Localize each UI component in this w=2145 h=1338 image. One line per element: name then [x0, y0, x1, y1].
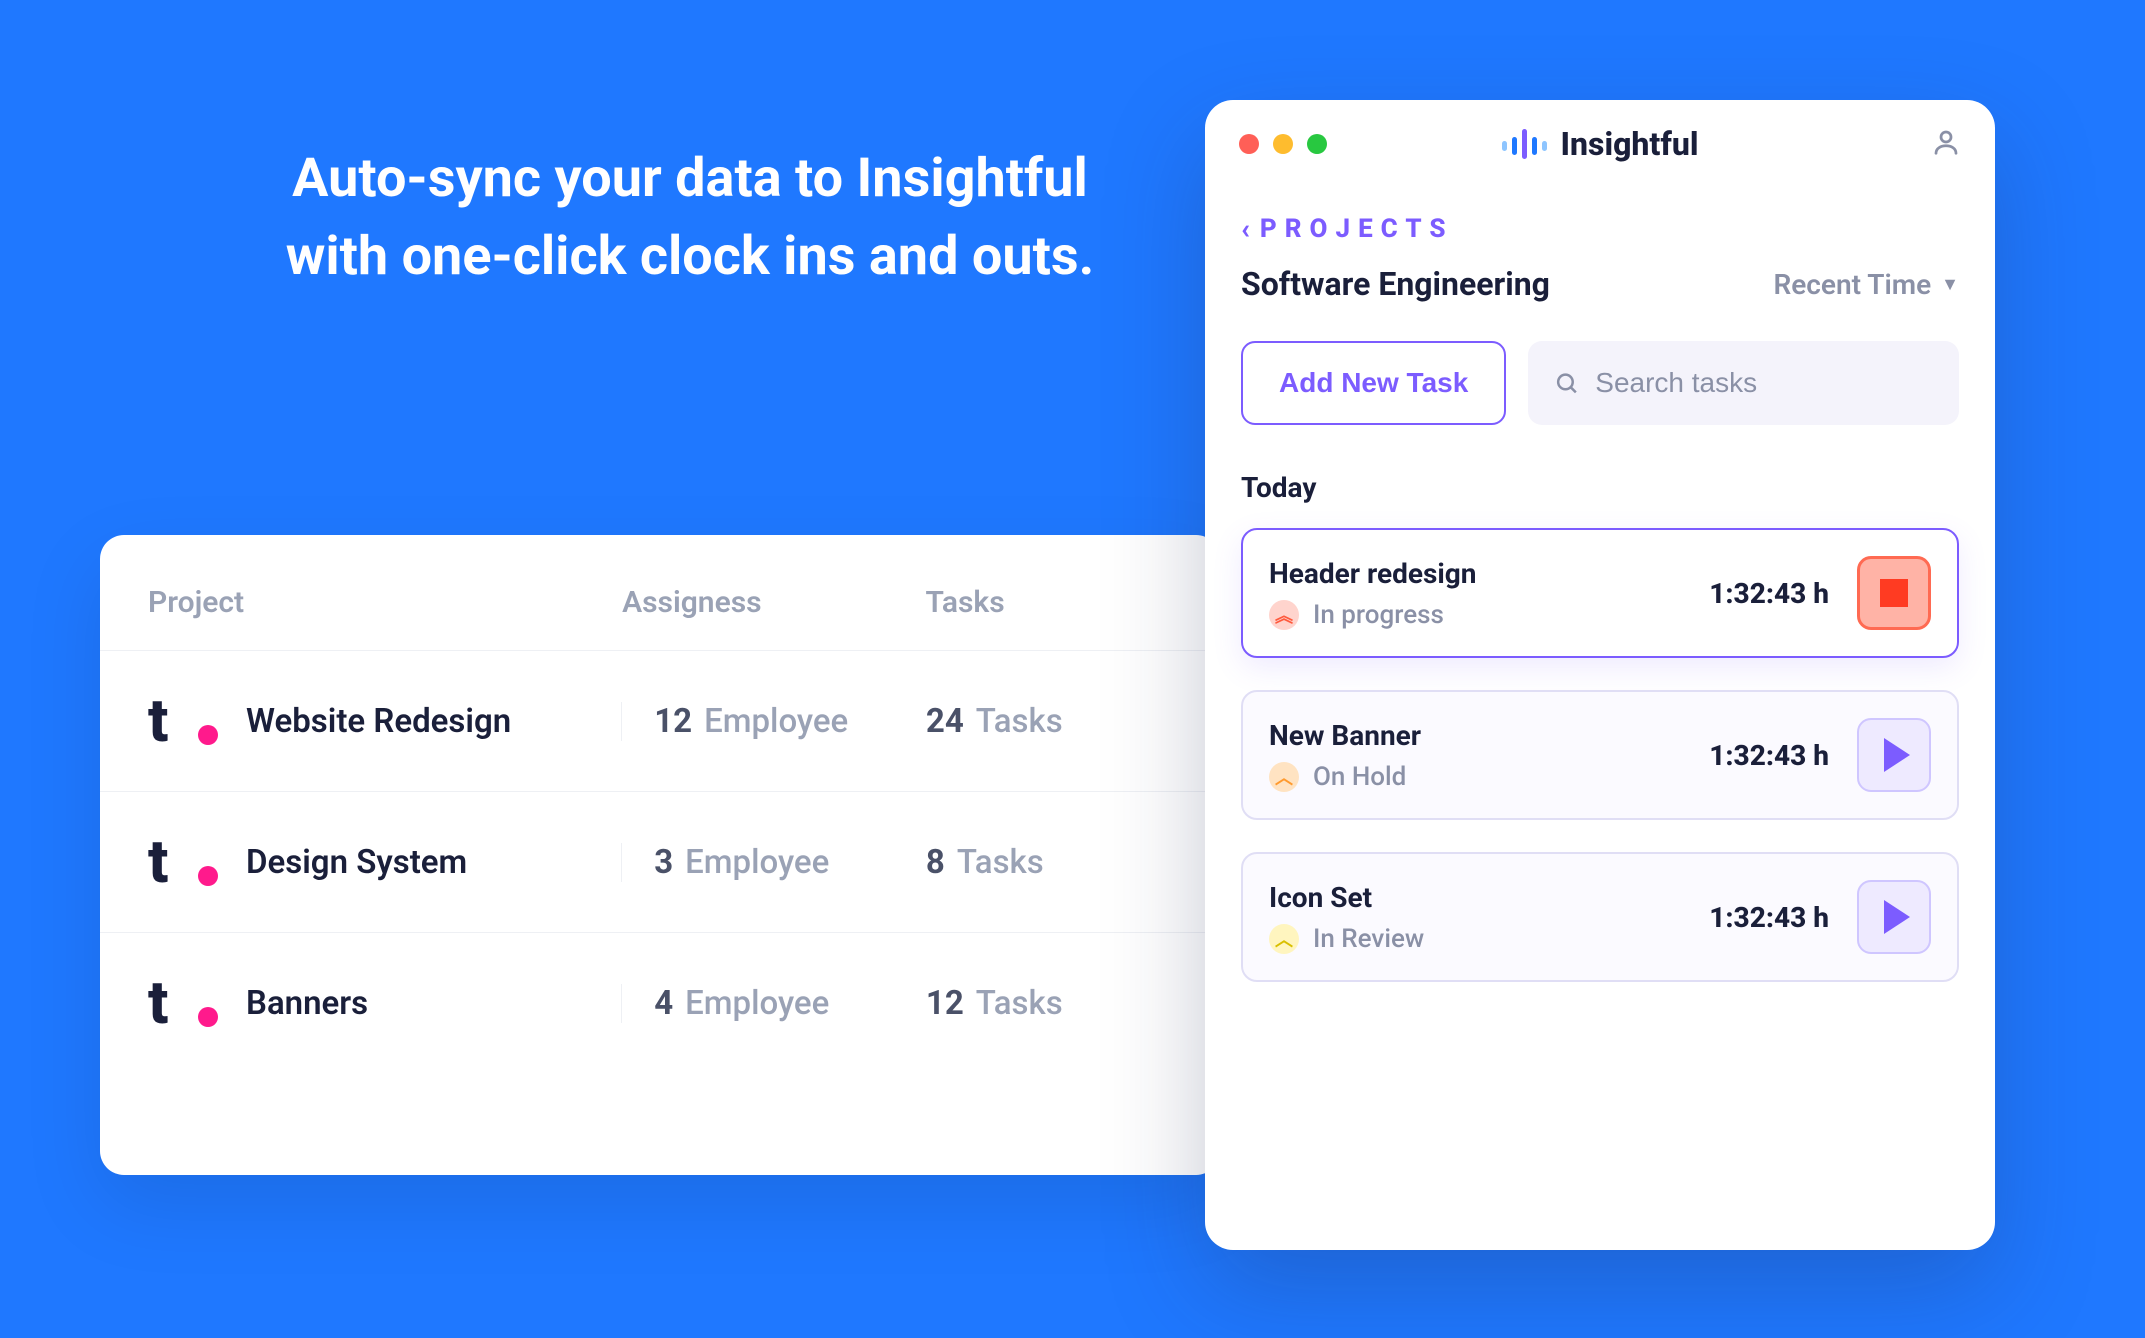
- window-close-icon[interactable]: [1239, 134, 1259, 154]
- breadcrumb-label: PROJECTS: [1260, 214, 1454, 244]
- brand-logo-icon: [1502, 129, 1547, 159]
- task-time: 1:32:43 h: [1709, 577, 1829, 610]
- assignees-count: 4: [654, 984, 673, 1023]
- app-window: Insightful ‹ PROJECTS Software Engineeri…: [1205, 100, 1995, 1250]
- project-row[interactable]: t Banners 4 Employee 12 Tasks: [100, 933, 1220, 1073]
- window-zoom-icon[interactable]: [1307, 134, 1327, 154]
- chevron-down-icon: ▼: [1941, 274, 1959, 295]
- assignees-label: Employee: [704, 702, 848, 741]
- project-logo-icon: t: [148, 973, 198, 1033]
- task-card[interactable]: Icon Set ︿ In Review 1:32:43 h: [1241, 852, 1959, 982]
- assignees-label: Employee: [685, 843, 829, 882]
- task-time: 1:32:43 h: [1709, 901, 1829, 934]
- stop-button[interactable]: [1857, 556, 1931, 630]
- tasks-count: 24: [926, 702, 964, 741]
- task-title: Icon Set: [1269, 881, 1689, 914]
- project-name: Website Redesign: [246, 702, 511, 741]
- play-icon: [1884, 738, 1910, 772]
- task-status: On Hold: [1313, 762, 1406, 792]
- play-button[interactable]: [1857, 880, 1931, 954]
- projects-table-header: Project Assigness Tasks: [100, 565, 1220, 651]
- tasks-label: Tasks: [957, 843, 1044, 882]
- project-row[interactable]: t Design System 3 Employee 8 Tasks: [100, 792, 1220, 933]
- project-logo-icon: t: [148, 832, 198, 892]
- chevron-up-icon: ︿: [1269, 762, 1299, 792]
- tasks-label: Tasks: [976, 984, 1063, 1023]
- projects-table-card: Project Assigness Tasks t Website Redesi…: [100, 535, 1220, 1175]
- sort-label: Recent Time: [1773, 268, 1931, 301]
- task-status: In progress: [1313, 600, 1444, 630]
- column-header-tasks: Tasks: [925, 585, 1172, 620]
- section-label-today: Today: [1241, 471, 1959, 504]
- sort-dropdown[interactable]: Recent Time ▼: [1773, 268, 1959, 301]
- double-chevron-up-icon: ︽: [1269, 600, 1299, 630]
- project-row[interactable]: t Website Redesign 12 Employee 24 Tasks: [100, 651, 1220, 792]
- project-name: Banners: [246, 984, 368, 1023]
- page-title: Software Engineering: [1241, 265, 1550, 303]
- window-controls[interactable]: [1239, 134, 1327, 154]
- task-card[interactable]: New Banner ︿ On Hold 1:32:43 h: [1241, 690, 1959, 820]
- assignees-count: 12: [654, 702, 692, 741]
- assignees-count: 3: [654, 843, 673, 882]
- tasks-count: 8: [926, 843, 945, 882]
- search-icon: [1554, 369, 1579, 397]
- search-field[interactable]: [1528, 341, 1959, 425]
- add-task-button[interactable]: Add New Task: [1241, 341, 1506, 425]
- project-logo-icon: t: [148, 691, 198, 751]
- tasks-count: 12: [926, 984, 964, 1023]
- window-titlebar: Insightful: [1205, 100, 1995, 188]
- project-name: Design System: [246, 843, 467, 882]
- chevron-left-icon: ‹: [1241, 212, 1250, 245]
- brand-name: Insightful: [1561, 125, 1699, 163]
- play-icon: [1884, 900, 1910, 934]
- account-icon[interactable]: [1931, 127, 1961, 161]
- breadcrumb-back[interactable]: ‹ PROJECTS: [1241, 212, 1959, 245]
- task-title: Header redesign: [1269, 557, 1689, 590]
- chevron-up-icon: ︿: [1269, 924, 1299, 954]
- task-status: In Review: [1313, 924, 1424, 954]
- assignees-label: Employee: [685, 984, 829, 1023]
- task-time: 1:32:43 h: [1709, 739, 1829, 772]
- column-header-assignees: Assigness: [622, 585, 925, 620]
- task-title: New Banner: [1269, 719, 1689, 752]
- marketing-headline: Auto-sync your data to Insightful with o…: [240, 140, 1140, 297]
- stop-icon: [1880, 579, 1908, 607]
- window-minimize-icon[interactable]: [1273, 134, 1293, 154]
- task-card[interactable]: Header redesign ︽ In progress 1:32:43 h: [1241, 528, 1959, 658]
- play-button[interactable]: [1857, 718, 1931, 792]
- tasks-label: Tasks: [976, 702, 1063, 741]
- column-header-project: Project: [148, 585, 622, 620]
- search-input[interactable]: [1595, 367, 1933, 399]
